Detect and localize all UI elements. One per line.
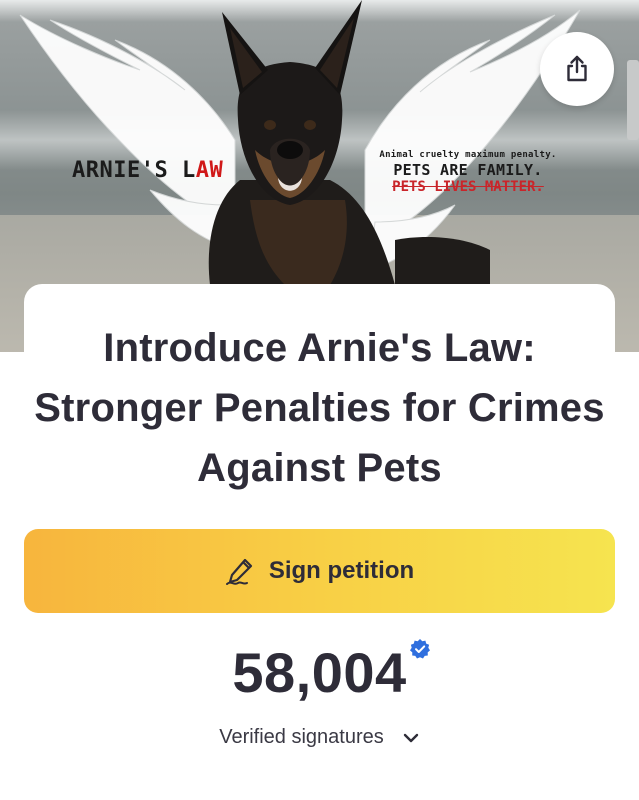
share-button[interactable] [540, 32, 614, 106]
caption-red-text: AW [195, 158, 224, 183]
chevron-down-icon [403, 733, 418, 742]
adjacent-image-edge [627, 60, 639, 140]
petition-title: Introduce Arnie's Law: Stronger Penaltie… [34, 326, 605, 490]
caption-family-text: PETS ARE FAMILY. [393, 161, 543, 179]
verified-signatures-label: Verified signatures [219, 726, 384, 748]
caption-penalty-text: Animal cruelty maximum penalty. [379, 150, 557, 160]
sign-petition-label: Sign petition [268, 557, 415, 584]
pets-family-caption: Animal cruelty maximum penalty. PETS ARE… [368, 150, 568, 195]
arnies-law-caption: ARNIE'S LAW [72, 158, 223, 183]
caption-black-text: ARNIE'S L [72, 158, 196, 183]
pen-icon [225, 558, 252, 585]
verified-badge-icon [410, 639, 430, 659]
signature-count: 58,004 [232, 641, 407, 704]
share-icon [567, 55, 587, 82]
signature-count-wrap: 58,004 [0, 640, 639, 705]
caption-lives-matter-text: PETS LIVES MATTER. [392, 179, 544, 195]
sign-petition-button[interactable]: Sign petition [24, 529, 615, 613]
verified-signatures-toggle[interactable]: Verified signatures [0, 726, 639, 749]
